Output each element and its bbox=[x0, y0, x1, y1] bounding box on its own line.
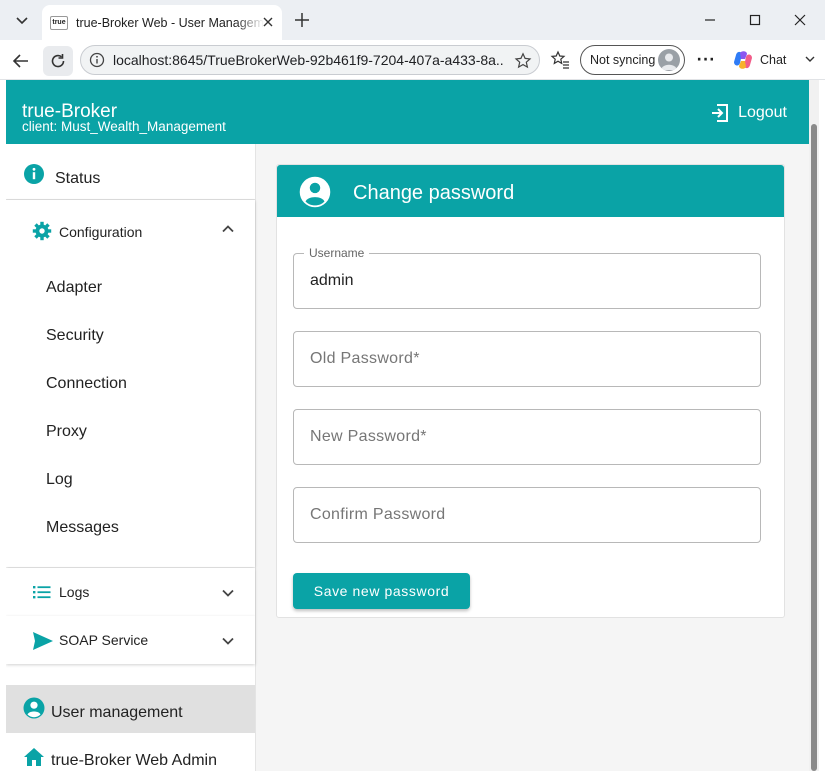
minimize-icon bbox=[705, 19, 715, 21]
copilot-chat-button[interactable]: Chat bbox=[728, 46, 818, 74]
sidebar-item-user-management[interactable]: User management bbox=[6, 685, 255, 733]
logout-label: Logout bbox=[738, 104, 787, 121]
star-icon[interactable] bbox=[513, 51, 533, 71]
username-label: Username bbox=[304, 246, 370, 260]
sidebar-item-log[interactable]: Log bbox=[46, 471, 73, 489]
copilot-icon bbox=[734, 51, 752, 69]
back-button[interactable] bbox=[6, 46, 36, 76]
url-text[interactable]: localhost:8645/TrueBrokerWeb-92b461f9-72… bbox=[113, 52, 505, 68]
browser-toolbar: localhost:8645/TrueBrokerWeb-92b461f9-72… bbox=[0, 40, 825, 80]
chevron-down-icon[interactable] bbox=[804, 52, 816, 70]
sidebar-item-label: SOAP Service bbox=[59, 632, 149, 648]
list-icon bbox=[32, 583, 52, 606]
main-content: Change password Username Save new passwo… bbox=[256, 144, 809, 771]
sidebar-item-soap-service[interactable]: SOAP Service bbox=[6, 616, 255, 664]
tab-close-button[interactable] bbox=[260, 14, 276, 30]
refresh-button[interactable] bbox=[43, 46, 73, 76]
chevron-up-icon bbox=[221, 222, 235, 241]
app-header: true-Broker client: Must_Wealth_Manageme… bbox=[6, 80, 819, 144]
sidebar-item-status[interactable]: Status bbox=[6, 144, 255, 200]
favicon-icon: true bbox=[50, 15, 68, 30]
minimize-button[interactable] bbox=[698, 8, 722, 32]
chevron-down-icon bbox=[16, 17, 28, 25]
close-icon bbox=[263, 17, 273, 27]
send-icon bbox=[32, 631, 54, 656]
more-options-icon[interactable]: ··· bbox=[694, 48, 718, 72]
username-input[interactable] bbox=[310, 272, 740, 290]
sidebar-item-adapter[interactable]: Adapter bbox=[46, 279, 102, 297]
username-field[interactable]: Username bbox=[293, 246, 761, 309]
sidebar-item-configuration[interactable]: Configuration bbox=[6, 200, 255, 260]
chevron-down-icon bbox=[221, 634, 235, 653]
configuration-panel: Configuration Adapter Security Connectio… bbox=[6, 200, 255, 567]
page-scrollbar[interactable] bbox=[809, 80, 819, 771]
sidebar-item-label: Status bbox=[55, 170, 101, 187]
profile-sync-button[interactable]: Not syncing bbox=[580, 45, 685, 75]
sidebar-item-logs[interactable]: Logs bbox=[6, 568, 255, 616]
plus-icon bbox=[295, 13, 309, 27]
sidebar-item-security[interactable]: Security bbox=[46, 327, 104, 345]
avatar bbox=[658, 49, 680, 71]
logout-icon bbox=[712, 104, 729, 122]
card-header: Change password bbox=[277, 165, 784, 217]
account-circle-icon bbox=[299, 176, 331, 213]
info-icon[interactable] bbox=[87, 50, 107, 70]
tab-list-button[interactable] bbox=[6, 5, 38, 35]
sidebar-item-label: Logs bbox=[59, 584, 90, 600]
confirm-password-input[interactable] bbox=[310, 506, 740, 524]
home-icon bbox=[23, 747, 45, 771]
favorites-icon bbox=[550, 50, 569, 69]
confirm-password-field[interactable] bbox=[293, 487, 761, 543]
sidebar-item-label: User management bbox=[51, 704, 183, 721]
client-name: client: Must_Wealth_Management bbox=[22, 119, 226, 134]
sync-status-label: Not syncing bbox=[590, 53, 656, 67]
new-password-input[interactable] bbox=[310, 428, 740, 446]
change-password-card: Change password Username Save new passwo… bbox=[276, 164, 785, 618]
old-password-field[interactable] bbox=[293, 331, 761, 387]
logout-button[interactable]: Logout bbox=[710, 102, 787, 124]
gear-icon bbox=[32, 221, 52, 246]
browser-tabstrip: true true-Broker Web - User Management bbox=[0, 0, 825, 40]
maximize-button[interactable] bbox=[743, 8, 767, 32]
sidebar-item-connection[interactable]: Connection bbox=[46, 375, 127, 393]
info-icon bbox=[23, 163, 45, 190]
page-title: Change password bbox=[353, 182, 515, 204]
scrollbar-thumb[interactable] bbox=[811, 124, 817, 771]
window-close-button[interactable] bbox=[788, 8, 812, 32]
sidebar-item-proxy[interactable]: Proxy bbox=[46, 423, 87, 441]
tab-title: true-Broker Web - User Management bbox=[76, 15, 264, 30]
sidebar: Status Configuration Adapter Security Co… bbox=[6, 144, 256, 771]
sidebar-item-messages[interactable]: Messages bbox=[46, 519, 119, 537]
browser-tab[interactable]: true true-Broker Web - User Management bbox=[42, 5, 282, 40]
account-circle-icon bbox=[23, 697, 45, 724]
chevron-down-icon bbox=[221, 586, 235, 605]
sidebar-item-label: Configuration bbox=[59, 224, 143, 240]
new-password-field[interactable] bbox=[293, 409, 761, 465]
new-tab-button[interactable] bbox=[290, 8, 314, 32]
app-viewport: true-Broker client: Must_Wealth_Manageme… bbox=[6, 80, 819, 771]
chat-label: Chat bbox=[760, 53, 787, 67]
favorites-button[interactable] bbox=[548, 48, 572, 72]
close-icon bbox=[794, 14, 806, 26]
address-bar[interactable]: localhost:8645/TrueBrokerWeb-92b461f9-72… bbox=[80, 45, 540, 75]
old-password-input[interactable] bbox=[310, 350, 740, 368]
arrow-left-icon bbox=[12, 54, 28, 68]
refresh-icon bbox=[51, 54, 65, 68]
save-password-button[interactable]: Save new password bbox=[293, 573, 470, 609]
sidebar-item-web-admin[interactable]: true-Broker Web Admin bbox=[6, 733, 255, 771]
maximize-icon bbox=[749, 14, 761, 26]
sidebar-item-label: true-Broker Web Admin bbox=[51, 752, 217, 769]
